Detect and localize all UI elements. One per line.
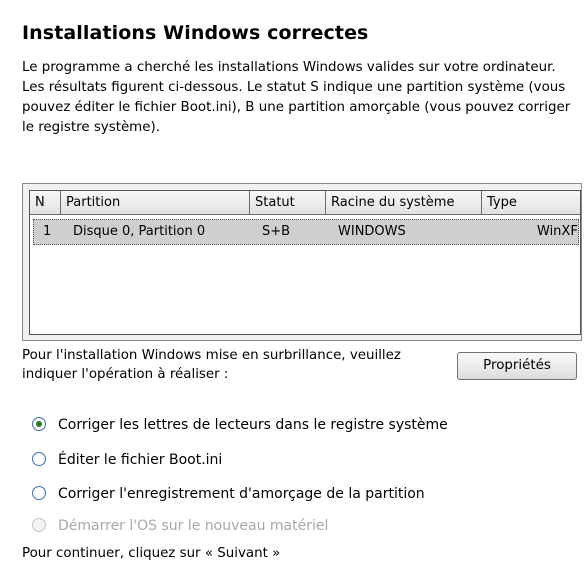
radio-button-selected[interactable] (32, 417, 46, 431)
radio-button[interactable] (32, 486, 46, 500)
cell-n: 1 (43, 224, 52, 239)
column-header-partition[interactable]: Partition (61, 191, 250, 215)
cell-partition: Disque 0, Partition 0 (73, 224, 206, 239)
radio-button[interactable] (32, 452, 46, 466)
properties-button[interactable]: Propriétés (457, 352, 577, 380)
installation-wizard-page: Installations Windows correctes Le progr… (0, 0, 585, 564)
radio-dot (36, 421, 42, 427)
installations-table[interactable]: N Partition Statut Racine du système Typ… (29, 190, 581, 335)
installations-table-panel: N Partition Statut Racine du système Typ… (22, 183, 582, 341)
option-label[interactable]: Corriger les lettres de lecteurs dans le… (58, 414, 448, 436)
option-label: Démarrer l'OS sur le nouveau matériel (58, 518, 329, 534)
column-header-type[interactable]: Type (482, 191, 580, 215)
page-title: Installations Windows correctes (22, 22, 369, 44)
continue-hint: Pour continuer, cliquez sur « Suivant » (22, 546, 281, 561)
radio-button-disabled (32, 518, 46, 532)
column-header-racine[interactable]: Racine du système (326, 191, 482, 215)
cell-racine: WINDOWS (338, 224, 406, 239)
operation-prompt: Pour l'installation Windows mise en surb… (22, 348, 401, 382)
page-description: Le programme a cherché les installations… (22, 60, 571, 135)
option-label[interactable]: Éditer le fichier Boot.ini (58, 449, 222, 471)
column-header-statut[interactable]: Statut (250, 191, 326, 215)
option-label[interactable]: Corriger l'enregistrement d'amorçage de … (58, 483, 425, 505)
cell-type: WinXF (537, 224, 578, 239)
table-header: N Partition Statut Racine du système Typ… (30, 191, 580, 215)
column-header-n[interactable]: N (30, 191, 61, 215)
table-row[interactable]: 1 Disque 0, Partition 0 S+B WINDOWS WinX… (33, 219, 579, 245)
cell-statut: S+B (262, 224, 291, 239)
